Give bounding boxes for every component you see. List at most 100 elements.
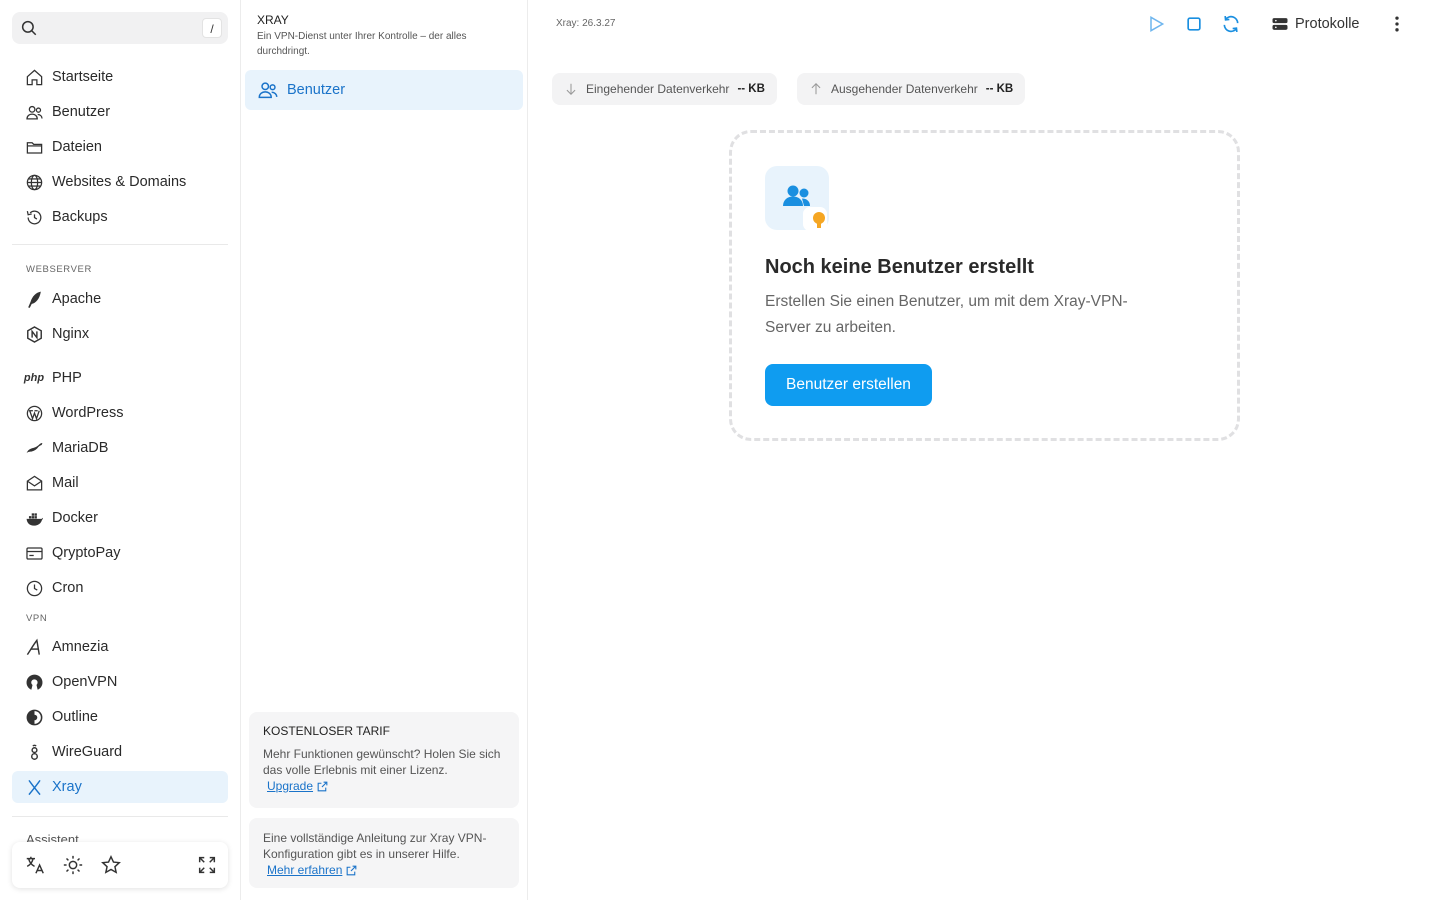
learn-more-link[interactable]: Mehr erfahren bbox=[267, 862, 358, 878]
search-input[interactable]: / bbox=[12, 12, 228, 44]
main-content: Xray: 26.3.27 Protokolle Eingehender Dat… bbox=[528, 0, 1440, 900]
clock-icon bbox=[24, 578, 44, 598]
help-card-text: Eine vollständige Anleitung zur Xray VPN… bbox=[263, 831, 487, 861]
sidebar-item-openvpn[interactable]: OpenVPN bbox=[12, 666, 228, 698]
sidebar-item-qryptopay[interactable]: QryptoPay bbox=[12, 537, 228, 569]
logs-label: Protokolle bbox=[1295, 16, 1360, 32]
logs-button[interactable]: Protokolle bbox=[1270, 14, 1359, 34]
sidebar-item-label: Dateien bbox=[52, 139, 102, 155]
module-panel: XRAY Ein VPN-Dienst unter Ihrer Kontroll… bbox=[241, 0, 528, 900]
sidebar-item-mail[interactable]: Mail bbox=[12, 467, 228, 499]
users-icon bbox=[24, 102, 44, 122]
incoming-traffic-value: -- KB bbox=[737, 83, 765, 95]
help-card: Eine vollständige Anleitung zur Xray VPN… bbox=[249, 818, 519, 888]
arrow-up-icon bbox=[811, 83, 821, 95]
sidebar-item-cron[interactable]: Cron bbox=[12, 572, 228, 604]
module-nav-benutzer[interactable]: Benutzer bbox=[245, 70, 523, 110]
sidebar-item-outline[interactable]: Outline bbox=[12, 701, 228, 733]
sidebar-item-startseite[interactable]: Startseite bbox=[12, 61, 228, 93]
sidebar-item-backups[interactable]: Backups bbox=[12, 201, 228, 233]
sidebar-item-label: WordPress bbox=[52, 405, 124, 421]
sidebar-item-php[interactable]: php PHP bbox=[12, 362, 228, 394]
feather-icon bbox=[24, 289, 44, 309]
upgrade-link-label: Upgrade bbox=[267, 779, 314, 793]
sidebar-item-label: OpenVPN bbox=[52, 674, 118, 690]
outgoing-traffic-value: -- KB bbox=[985, 83, 1014, 95]
sidebar-item-label: Benutzer bbox=[52, 104, 111, 120]
sidebar-item-websites[interactable]: Websites & Domains bbox=[12, 166, 228, 198]
users-icon bbox=[258, 82, 278, 99]
plan-card-title: KOSTENLOSER TARIF bbox=[263, 724, 390, 738]
upgrade-link[interactable]: Upgrade bbox=[267, 778, 329, 794]
learn-more-label: Mehr erfahren bbox=[267, 863, 343, 877]
top-bar: Xray: 26.3.27 Protokolle bbox=[528, 0, 1440, 48]
empty-state-title: Noch keine Benutzer erstellt bbox=[765, 256, 1034, 278]
seal-icon bbox=[24, 438, 44, 458]
module-nav-label: Benutzer bbox=[287, 82, 346, 98]
sidebar-item-docker[interactable]: Docker bbox=[12, 502, 228, 534]
users-empty-icon bbox=[765, 166, 829, 231]
section-label-webserver: WEBSERVER bbox=[26, 264, 92, 275]
plan-card-text: Mehr Funktionen gewünscht? Holen Sie sic… bbox=[263, 747, 501, 777]
play-icon[interactable] bbox=[1146, 14, 1166, 34]
sun-icon[interactable] bbox=[62, 854, 84, 876]
sidebar-item-assistent-peek: Assistent bbox=[26, 832, 79, 842]
sidebar-item-label: MariaDB bbox=[52, 440, 109, 456]
star-icon[interactable] bbox=[100, 854, 122, 876]
restart-icon[interactable] bbox=[1221, 14, 1241, 34]
sidebar-toolbar bbox=[12, 842, 228, 888]
create-user-button[interactable]: Benutzer erstellen bbox=[765, 364, 932, 406]
help-card-body: Eine vollständige Anleitung zur Xray VPN… bbox=[263, 830, 505, 878]
sidebar-item-label: WireGuard bbox=[52, 744, 123, 760]
sidebar-item-label: Docker bbox=[52, 510, 98, 526]
external-link-icon bbox=[317, 781, 328, 791]
card-icon bbox=[24, 543, 44, 563]
sidebar-item-wordpress[interactable]: WordPress bbox=[12, 397, 228, 429]
outgoing-traffic-label: Ausgehender Datenverkehr bbox=[831, 82, 978, 96]
stop-icon[interactable] bbox=[1184, 14, 1204, 34]
sidebar-item-xray[interactable]: Xray bbox=[12, 771, 228, 803]
outline-icon bbox=[24, 707, 44, 727]
empty-state: Noch keine Benutzer erstellt Erstellen S… bbox=[729, 130, 1240, 441]
sidebar-item-mariadb[interactable]: MariaDB bbox=[12, 432, 228, 464]
translate-icon[interactable] bbox=[24, 854, 46, 876]
sidebar-item-label: Mail bbox=[52, 475, 79, 491]
sidebar-item-label: QryptoPay bbox=[52, 545, 121, 561]
wireguard-icon bbox=[24, 742, 44, 762]
arrow-down-icon bbox=[566, 83, 576, 95]
sidebar-divider bbox=[12, 816, 228, 817]
sidebar-item-label: Websites & Domains bbox=[52, 174, 187, 190]
folder-icon bbox=[24, 137, 44, 157]
wordpress-icon bbox=[24, 403, 44, 423]
sidebar-item-apache[interactable]: Apache bbox=[12, 283, 228, 315]
sidebar-item-label: Xray bbox=[52, 779, 82, 795]
nginx-icon bbox=[24, 324, 44, 344]
sidebar-item-label: Amnezia bbox=[52, 639, 109, 655]
empty-state-text: Erstellen Sie einen Benutzer, um mit dem… bbox=[765, 293, 1128, 336]
plan-card-body: Mehr Funktionen gewünscht? Holen Sie sic… bbox=[263, 746, 505, 794]
sidebar-item-amnezia[interactable]: Amnezia bbox=[12, 631, 228, 663]
sidebar-item-label: Apache bbox=[52, 291, 102, 307]
sidebar: / Startseite Benutzer Dateien Websites &… bbox=[0, 0, 241, 900]
external-link-icon bbox=[347, 865, 357, 875]
sidebar-item-nginx[interactable]: Nginx bbox=[12, 318, 228, 350]
incoming-traffic-chip: Eingehender Datenverkehr -- KB bbox=[552, 73, 777, 105]
more-vertical-icon[interactable] bbox=[1387, 14, 1407, 34]
globe-icon bbox=[24, 172, 44, 192]
sidebar-item-wireguard[interactable]: WireGuard bbox=[12, 736, 228, 768]
sidebar-item-label: Startseite bbox=[52, 69, 114, 85]
module-subtitle: Ein VPN-Dienst unter Ihrer Kontrolle – d… bbox=[257, 31, 467, 57]
docker-icon bbox=[24, 508, 44, 528]
php-logo-text: php bbox=[23, 372, 45, 384]
incoming-traffic-label: Eingehender Datenverkehr bbox=[586, 82, 730, 96]
history-icon bbox=[24, 207, 44, 227]
sidebar-item-dateien[interactable]: Dateien bbox=[12, 131, 228, 163]
sidebar-divider bbox=[12, 244, 228, 245]
sidebar-item-label: Backups bbox=[52, 209, 108, 225]
sidebar-item-label: Cron bbox=[52, 580, 84, 596]
fullscreen-icon[interactable] bbox=[196, 854, 218, 876]
version-label: Xray: 26.3.27 bbox=[556, 18, 616, 29]
openvpn-icon bbox=[24, 672, 44, 692]
home-icon bbox=[24, 67, 44, 87]
sidebar-item-benutzer[interactable]: Benutzer bbox=[12, 96, 228, 128]
